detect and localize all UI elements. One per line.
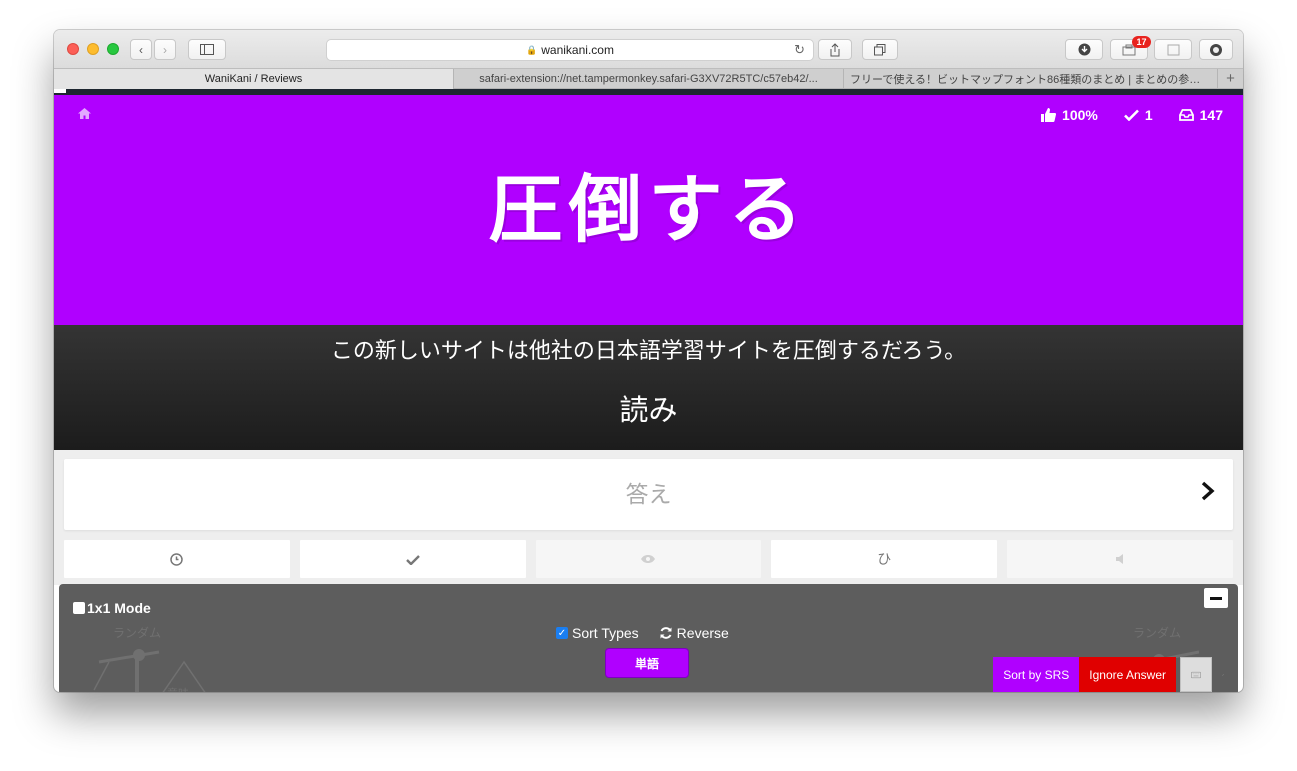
kana-chart-button[interactable]: ひ: [771, 540, 998, 578]
sort-types-label: Sort Types: [572, 625, 639, 641]
remaining-stat: 147: [1178, 107, 1223, 123]
tab-bitmap-fonts[interactable]: フリーで使える！ビットマップフォント86種類のまとめ | まとめの参考書 [si…: [844, 69, 1218, 89]
browser-window: ‹ › 🔒 wanikani.com ↻ 17 WaniKani / Revie…: [54, 30, 1243, 692]
reorder-userscript-panel: 1x1 Mode ランダム 意味 ランダム ✓ Sort Types Rever…: [59, 584, 1238, 692]
tabs-icon: [874, 43, 886, 55]
item-type-vocabulary-button[interactable]: 単語: [605, 648, 689, 678]
record-button[interactable]: [1199, 39, 1233, 60]
checkbox-unchecked-icon[interactable]: [73, 602, 85, 614]
home-icon[interactable]: [78, 107, 91, 122]
completed-stat: 1: [1123, 107, 1153, 123]
reverse-toggle[interactable]: Reverse: [659, 625, 729, 641]
ghost-random-left: ランダム: [113, 626, 162, 640]
audio-button[interactable]: [1007, 540, 1233, 578]
ignore-answer-button[interactable]: Ignore Answer: [1079, 657, 1176, 692]
notification-badge: 17: [1132, 36, 1151, 48]
back-button[interactable]: ‹: [130, 39, 152, 60]
tab-bar: WaniKani / Reviews safari-extension://ne…: [54, 68, 1243, 89]
submit-button[interactable]: [1201, 481, 1215, 507]
tab-wanikani-reviews[interactable]: WaniKani / Reviews: [54, 69, 454, 89]
checkbox-checked-icon[interactable]: ✓: [556, 627, 568, 639]
accuracy-stat: 100%: [1041, 107, 1098, 123]
answer-form: [64, 459, 1233, 530]
inbox-icon: [1178, 109, 1194, 121]
question-band: この新しいサイトは他社の日本語学習サイトを圧倒するだろう。 読み: [54, 325, 1243, 450]
one-by-one-mode-toggle[interactable]: 1x1 Mode: [73, 600, 151, 616]
share-button[interactable]: [818, 39, 852, 60]
review-stats: 100% 1 147: [1041, 107, 1223, 123]
ghost-meaning: 意味: [167, 685, 189, 692]
refresh-icon: [660, 627, 672, 639]
minus-icon: [1210, 596, 1222, 600]
item-info-button[interactable]: [299, 540, 526, 578]
additional-content-buttons: ひ: [64, 540, 1233, 578]
eye-icon: [641, 555, 656, 563]
chevron-left-icon: ‹: [139, 42, 143, 57]
last-items-button[interactable]: [64, 540, 290, 578]
sort-by-srs-button[interactable]: Sort by SRS: [993, 657, 1080, 692]
ghost-random-right: ランダム: [1133, 626, 1182, 640]
speaker-icon: [1116, 554, 1124, 564]
show-answer-button[interactable]: [535, 540, 762, 578]
scale-icon-left: [93, 649, 206, 692]
thumbs-up-icon: [1041, 108, 1057, 122]
tab-label: WaniKani / Reviews: [204, 73, 303, 85]
panel-action-buttons: Sort by SRS Ignore Answer: [993, 657, 1234, 692]
record-icon: [1210, 43, 1222, 56]
keyboard-button[interactable]: [1180, 657, 1212, 692]
reader-icon: [1167, 44, 1179, 55]
tab-label: safari-extension://net.tampermonkey.safa…: [479, 73, 818, 85]
tabs-overview-button[interactable]: [862, 39, 898, 60]
mode-label: 1x1 Mode: [87, 600, 151, 616]
tab-label: フリーで使える！ビットマップフォント86種類のまとめ | まとめの参考書 [si…: [850, 74, 1211, 86]
new-tab-button[interactable]: +: [1218, 69, 1243, 88]
downloads-button[interactable]: [1065, 39, 1103, 60]
zoom-window-button[interactable]: [107, 43, 119, 55]
lock-icon: 🔒: [526, 44, 538, 55]
plus-icon: +: [1226, 70, 1235, 87]
completed-value: 1: [1144, 107, 1153, 123]
address-bar[interactable]: 🔒 wanikani.com ↻: [326, 39, 814, 61]
question-type: 読み: [619, 395, 678, 427]
reader-button[interactable]: [1154, 39, 1192, 60]
review-character: 圧倒する: [488, 167, 809, 253]
sort-types-toggle[interactable]: ✓ Sort Types: [556, 625, 639, 641]
chevron-right-icon: ›: [163, 42, 167, 57]
checkmark-icon: [1123, 109, 1139, 121]
download-icon: [1078, 43, 1090, 56]
clock-icon: [170, 552, 184, 566]
context-sentence: この新しいサイトは他社の日本語学習サイトを圧倒するだろう。: [330, 338, 967, 363]
page-top-strip-highlight: [54, 89, 66, 93]
answer-area: ひ: [54, 450, 1243, 585]
remaining-value: 147: [1199, 107, 1223, 123]
close-window-button[interactable]: [67, 43, 79, 55]
checkmark-icon: [405, 554, 420, 565]
share-icon: [830, 42, 840, 56]
url-text: wanikani.com: [541, 43, 614, 57]
collapse-panel-button[interactable]: [1204, 588, 1228, 608]
edit-button[interactable]: [1212, 657, 1234, 692]
sort-options: ✓ Sort Types Reverse: [556, 625, 729, 641]
sidebar-button[interactable]: [188, 39, 226, 60]
keyboard-icon: [1191, 671, 1201, 678]
tab-tampermonkey[interactable]: safari-extension://net.tampermonkey.safa…: [454, 69, 844, 89]
pencil-icon: [1222, 673, 1224, 676]
reload-icon[interactable]: ↻: [794, 42, 805, 58]
sidebar-icon: [200, 44, 214, 55]
review-header: 100% 1 147 圧倒する: [54, 95, 1243, 325]
title-bar: ‹ › 🔒 wanikani.com ↻ 17: [54, 30, 1243, 68]
accuracy-value: 100%: [1062, 107, 1098, 123]
chevron-right-icon: [1201, 481, 1215, 501]
kana-label: ひ: [877, 551, 892, 567]
minimize-window-button[interactable]: [87, 43, 99, 55]
forward-button[interactable]: ›: [154, 39, 176, 60]
reverse-label: Reverse: [676, 625, 729, 641]
answer-input[interactable]: [298, 481, 999, 508]
